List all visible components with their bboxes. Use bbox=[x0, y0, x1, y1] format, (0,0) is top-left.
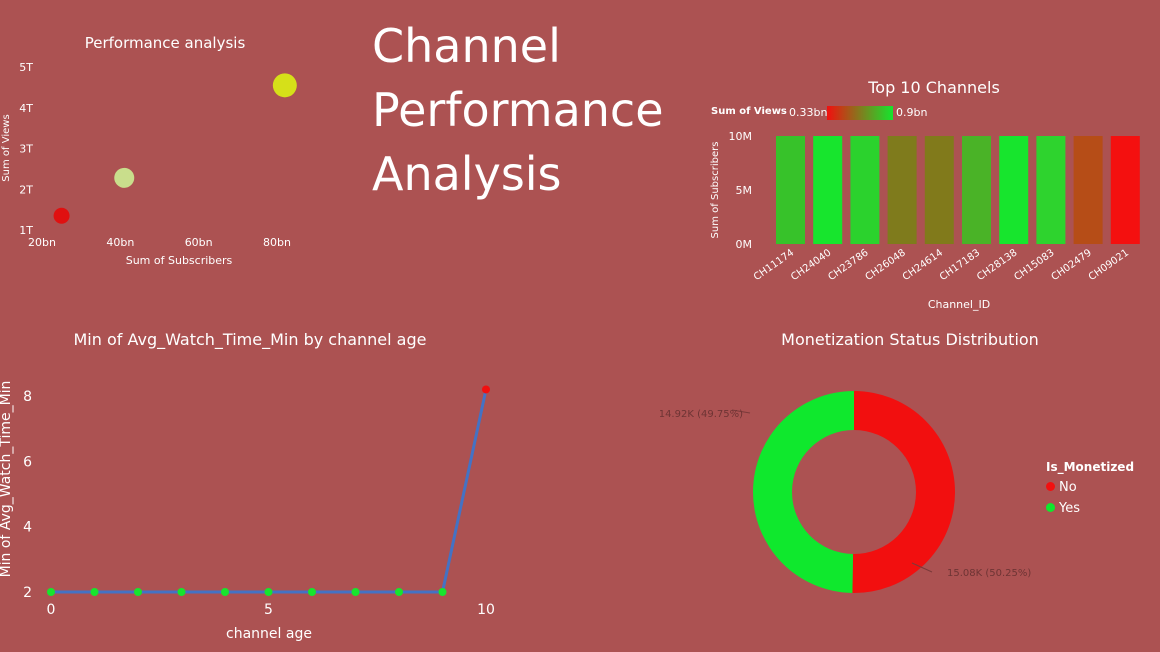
data-label-yes: 14.92K (49.75%) bbox=[660, 409, 743, 420]
scatter-chart: 20bn 40bn 60bn 80bn 1T 2T 3T 4T 5T Sum of Subscri… bbox=[1, 61, 297, 267]
bar bbox=[999, 136, 1029, 244]
donut-chart: 15.08K (50.25%) 14.92K (49.75%) bbox=[660, 391, 1031, 593]
bar-chart: 0M5M10MSum of SubscribersCH11174CH24040C… bbox=[710, 130, 1140, 311]
line-point bbox=[90, 588, 99, 596]
legend-item-no[interactable]: No bbox=[1046, 480, 1134, 495]
title-line-3: Analysis bbox=[372, 147, 562, 201]
line-chart: 2 4 6 8 0 5 10 channel age Min of Avg_Watch_Time… bbox=[0, 381, 495, 642]
line-point bbox=[264, 588, 273, 596]
donut-slice bbox=[852, 391, 956, 593]
line-point bbox=[177, 588, 186, 596]
color-legend-gradient bbox=[827, 106, 893, 120]
line-chart-title: Min of Avg_Watch_Time_Min by channel age bbox=[73, 330, 427, 349]
x-tick-label: CH11174 bbox=[752, 247, 796, 283]
x-axis-label: Channel_ID bbox=[928, 298, 990, 311]
x-tick-label: CH02479 bbox=[1050, 247, 1094, 283]
legend-label-yes: Yes bbox=[1059, 501, 1080, 516]
y-tick-label: 8 bbox=[23, 389, 32, 405]
y-tick-label: 2T bbox=[19, 183, 33, 196]
x-tick-label: CH09021 bbox=[1087, 247, 1131, 283]
series-line bbox=[51, 389, 488, 594]
y-tick-label: 5M bbox=[736, 184, 753, 197]
x-tick-label: 20bn bbox=[28, 236, 56, 249]
x-tick-label: CH24614 bbox=[901, 247, 945, 283]
bar bbox=[962, 136, 991, 244]
x-tick-label: CH23786 bbox=[826, 247, 870, 283]
line-point bbox=[351, 588, 360, 596]
legend-title: Is_Monetized bbox=[1046, 460, 1135, 474]
line-point bbox=[47, 588, 55, 596]
y-tick-label: 1T bbox=[19, 224, 33, 237]
line-point bbox=[308, 588, 316, 596]
x-tick-label: 5 bbox=[264, 602, 273, 618]
bar bbox=[1110, 136, 1140, 244]
title-line-1: Channel bbox=[372, 19, 561, 73]
y-tick-label: 4 bbox=[23, 520, 32, 536]
bar-chart-title: Top 10 Channels bbox=[868, 78, 1000, 97]
y-tick-label: 5T bbox=[19, 61, 33, 74]
x-tick-label: CH26048 bbox=[864, 247, 908, 283]
title-line-2: Performance bbox=[372, 83, 664, 137]
y-tick-label: 2 bbox=[23, 585, 32, 601]
line-point bbox=[438, 588, 447, 596]
y-axis-label: Min of Avg_Watch_Time_Min bbox=[0, 381, 14, 578]
dashboard-title: Channel Performance Analysis bbox=[372, 14, 664, 206]
donut-legend: Is_Monetized No Yes bbox=[1046, 460, 1134, 516]
bar bbox=[1036, 136, 1066, 244]
donut-slice bbox=[753, 391, 854, 593]
color-legend-max: 0.9bn bbox=[896, 106, 928, 119]
x-tick-label: 60bn bbox=[185, 236, 213, 249]
x-axis-label: channel age bbox=[226, 626, 312, 642]
x-tick-label: CH24040 bbox=[789, 247, 833, 283]
x-tick-label: CH28138 bbox=[975, 247, 1019, 283]
bar bbox=[776, 136, 805, 244]
data-label-no: 15.08K (50.25%) bbox=[947, 568, 1031, 579]
x-tick-label: 10 bbox=[477, 602, 495, 618]
bar bbox=[887, 136, 917, 244]
legend-dot-no bbox=[1046, 482, 1055, 491]
legend-item-yes[interactable]: Yes bbox=[1046, 501, 1134, 516]
bar bbox=[924, 136, 954, 244]
y-tick-label: 4T bbox=[19, 102, 33, 115]
line-point bbox=[221, 588, 229, 596]
x-axis-label: Sum of Subscribers bbox=[126, 254, 233, 267]
y-tick-label: 10M bbox=[729, 130, 753, 143]
line-point bbox=[134, 588, 142, 596]
x-tick-label: 0 bbox=[47, 602, 56, 618]
x-tick-label: 40bn bbox=[106, 236, 134, 249]
legend-label-no: No bbox=[1059, 480, 1077, 495]
x-tick-label: CH15083 bbox=[1012, 247, 1056, 283]
line-point bbox=[395, 588, 403, 596]
y-tick-label: 3T bbox=[19, 143, 33, 156]
y-tick-label: 6 bbox=[23, 454, 32, 470]
y-axis-label: Sum of Subscribers bbox=[710, 142, 721, 239]
x-tick-label: 80bn bbox=[263, 236, 291, 249]
scatter-point bbox=[114, 167, 135, 188]
bar bbox=[1073, 136, 1103, 244]
y-tick-label: 0M bbox=[736, 238, 753, 251]
line-point bbox=[482, 385, 490, 394]
donut-chart-title: Monetization Status Distribution bbox=[781, 330, 1039, 349]
x-tick-label: CH17183 bbox=[938, 247, 982, 283]
bar bbox=[850, 136, 880, 244]
color-legend-label: Sum of Views bbox=[711, 106, 787, 117]
legend-dot-yes bbox=[1046, 503, 1055, 512]
bar bbox=[813, 136, 843, 244]
color-legend-min: 0.33bn bbox=[789, 106, 828, 119]
scatter-point bbox=[272, 73, 297, 98]
scatter-point bbox=[53, 207, 70, 224]
y-axis-label: Sum of Views bbox=[1, 114, 12, 181]
